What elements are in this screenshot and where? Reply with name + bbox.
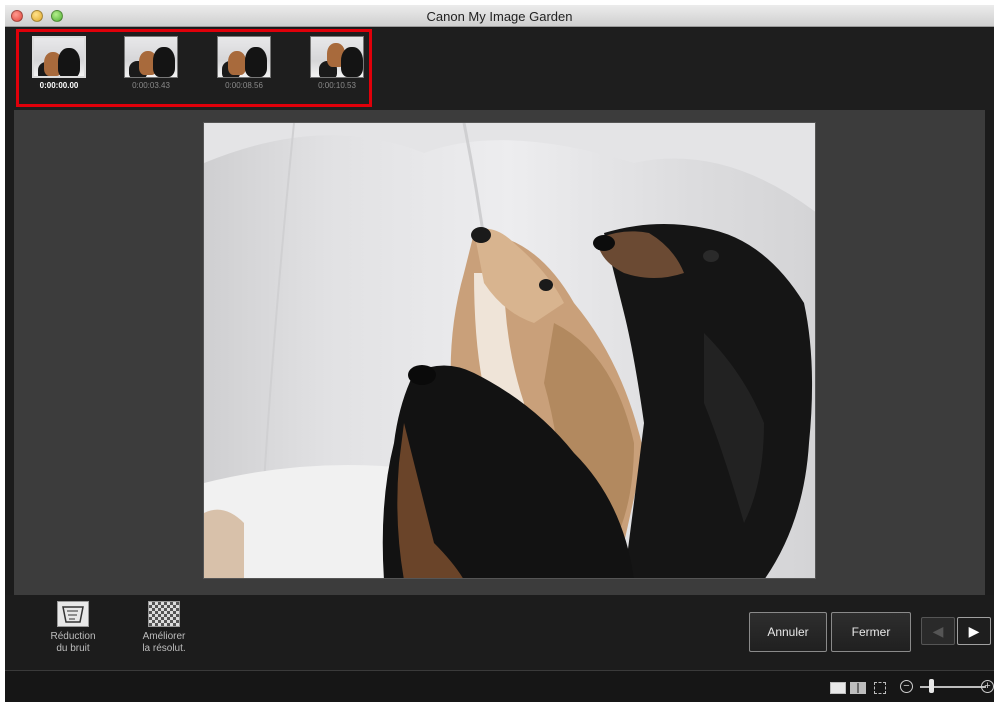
compare-view-icon[interactable] — [850, 682, 866, 694]
zoom-out-icon[interactable]: − — [900, 680, 913, 693]
dogs-photo — [204, 123, 815, 578]
thumbnail-time: 0:00:10.53 — [318, 81, 356, 90]
cancel-button[interactable]: Annuler — [749, 612, 827, 652]
thumbnail-1[interactable]: 0:00:03.43 — [123, 36, 179, 90]
full-screen-icon[interactable] — [874, 682, 886, 694]
thumbnail-image — [217, 36, 271, 78]
title-bar: Canon My Image Garden — [5, 5, 994, 27]
window-title: Canon My Image Garden — [426, 9, 573, 24]
thumbnail-time: 0:00:08.56 — [225, 81, 263, 90]
thumbnail-image — [310, 36, 364, 78]
previous-button[interactable]: ◀ — [921, 617, 955, 645]
bottom-toolbar: Réduction du bruit Améliorer la résolut.… — [5, 595, 994, 670]
thumbnail-3[interactable]: 0:00:10.53 — [309, 36, 365, 90]
improve-resolution-label: Améliorer la résolut. — [142, 631, 186, 654]
noise-reduction-button[interactable]: Réduction du bruit — [33, 601, 113, 655]
next-button[interactable]: ▶ — [957, 617, 991, 645]
close-button[interactable]: Fermer — [831, 612, 911, 652]
zoom-slider-handle[interactable] — [929, 679, 934, 693]
resolution-icon — [148, 601, 180, 627]
thumbnail-time: 0:00:03.43 — [132, 81, 170, 90]
thumbnail-strip: 0:00:00.00 0:00:03.43 0:00:08.56 0:00:10… — [5, 28, 994, 110]
app-window: Canon My Image Garden 0:00:00.00 0:00:03… — [5, 5, 994, 702]
preview-area — [14, 110, 985, 595]
noise-reduction-label: Réduction du bruit — [50, 631, 96, 654]
arrow-right-icon: ▶ — [968, 623, 980, 639]
thumbnail-0[interactable]: 0:00:00.00 — [31, 36, 87, 90]
preview-photo — [203, 122, 816, 579]
arrow-left-icon: ◀ — [932, 623, 944, 639]
thumbnail-image — [124, 36, 178, 78]
status-bar: − + — [5, 670, 994, 702]
thumbnail-image — [32, 36, 86, 78]
noise-reduction-icon — [57, 601, 89, 627]
zoom-in-icon[interactable]: + — [981, 680, 994, 693]
thumbnail-time: 0:00:00.00 — [39, 81, 79, 90]
thumbnail-2[interactable]: 0:00:08.56 — [216, 36, 272, 90]
improve-resolution-button[interactable]: Améliorer la résolut. — [124, 601, 204, 655]
single-view-icon[interactable] — [830, 682, 846, 694]
